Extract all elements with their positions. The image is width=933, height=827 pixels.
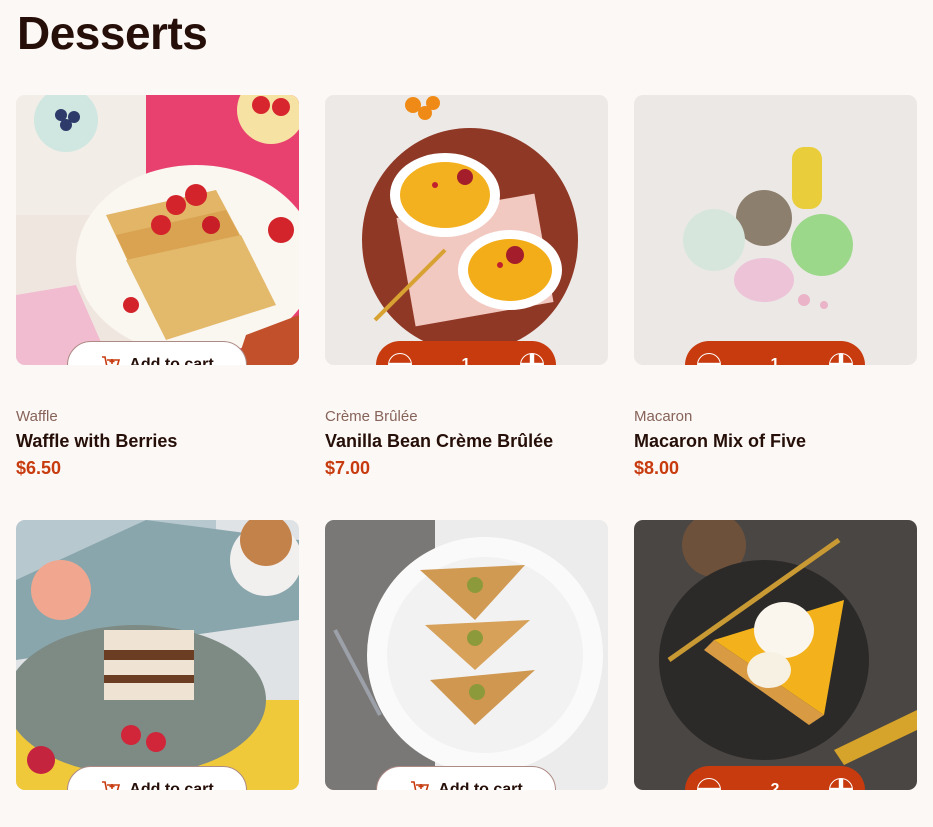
decrement-button[interactable]: [388, 353, 412, 365]
product-card-baklava: Add to cart: [325, 520, 608, 790]
quantity-value: 2: [770, 781, 780, 790]
product-card-waffle: Add to cart Waffle Waffle with Berries $…: [16, 95, 299, 478]
decrement-button[interactable]: [697, 778, 721, 790]
product-meta: Crème Brûlée Vanilla Bean Crème Brûlée $…: [325, 408, 553, 479]
quantity-value: 1: [461, 356, 471, 365]
product-image-baklava: Add to cart: [325, 520, 608, 790]
product-image-creme-brulee: 1: [325, 95, 608, 365]
add-to-cart-icon: [100, 355, 121, 365]
add-to-cart-label: Add to cart: [129, 781, 214, 790]
add-to-cart-label: Add to cart: [129, 356, 214, 365]
add-to-cart-button[interactable]: Add to cart: [67, 766, 247, 790]
increment-button[interactable]: [520, 353, 544, 365]
product-name: Vanilla Bean Crème Brûlée: [325, 431, 554, 451]
add-to-cart-label: Add to cart: [438, 781, 523, 790]
product-meta: Macaron Macaron Mix of Five $8.00: [634, 408, 806, 479]
add-to-cart-icon: [100, 780, 121, 790]
quantity-stepper: 1: [376, 341, 556, 365]
product-category: Crème Brûlée: [325, 408, 418, 425]
product-image-macaron: 1: [634, 95, 917, 365]
page-title: Desserts: [17, 7, 208, 59]
add-to-cart-button[interactable]: Add to cart: [67, 341, 247, 365]
product-category: Waffle: [16, 408, 58, 425]
quantity-stepper: 2: [685, 766, 865, 790]
product-card-creme-brulee: 1 Crème Brûlée Vanilla Bean Crème Brûlée…: [325, 95, 608, 478]
product-name: Macaron Mix of Five: [634, 431, 807, 451]
product-card-tiramisu: Add to cart: [16, 520, 299, 790]
product-card-macaron: 1 Macaron Macaron Mix of Five $8.00: [634, 95, 917, 478]
product-image-pie: 2: [634, 520, 917, 790]
increment-button[interactable]: [829, 778, 853, 790]
add-to-cart-icon: [409, 780, 430, 790]
quantity-stepper: 1: [685, 341, 865, 365]
increment-button[interactable]: [829, 353, 853, 365]
product-price: $6.50: [16, 458, 62, 478]
product-card-pie: 2: [634, 520, 917, 790]
decrement-button[interactable]: [697, 353, 721, 365]
product-name: Waffle with Berries: [16, 431, 178, 451]
quantity-value: 1: [770, 356, 780, 365]
product-price: $7.00: [325, 458, 371, 478]
product-image-tiramisu: Add to cart: [16, 520, 299, 790]
add-to-cart-button[interactable]: Add to cart: [376, 766, 556, 790]
product-price: $8.00: [634, 458, 680, 478]
product-meta: Waffle Waffle with Berries $6.50: [16, 408, 177, 479]
product-category: Macaron: [634, 408, 693, 425]
product-image-waffle: Add to cart: [16, 95, 299, 365]
